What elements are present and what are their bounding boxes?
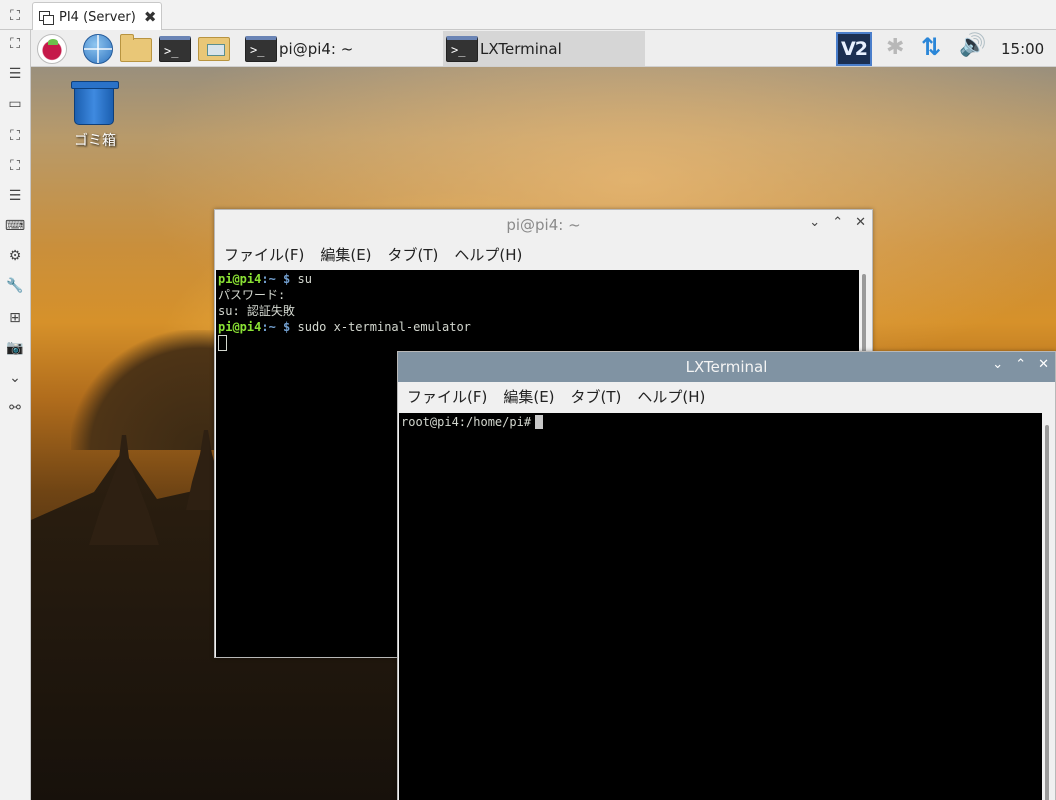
web-browser-icon[interactable] <box>83 34 113 64</box>
menu-bar: ファイル(F) 編集(E) タブ(T) ヘルプ(H) <box>398 382 1055 411</box>
terminal-line: pi@pi4:~ $ su <box>218 271 857 287</box>
terminal-icon: >_ <box>245 35 277 62</box>
network-icon[interactable]: ⇅ <box>921 33 941 61</box>
close-icon[interactable]: ✕ <box>1038 357 1049 372</box>
terminal-scrollbar[interactable] <box>1042 413 1055 800</box>
terminal-icon: >_ <box>446 35 478 62</box>
close-tab-icon[interactable]: ✖ <box>144 8 157 26</box>
taskbar-item-lxterminal[interactable]: >_ LXTerminal <box>443 31 645 66</box>
command-text: sudo x-terminal-emulator <box>290 320 471 334</box>
taskbar-item-pi-terminal[interactable]: >_ pi@pi4: ~ <box>242 31 442 66</box>
crop-icon[interactable]: ⛶ <box>5 126 25 146</box>
bluetooth-icon[interactable]: ✱ <box>886 35 904 60</box>
maximize-icon[interactable]: ⌃ <box>1015 357 1026 372</box>
menu-file[interactable]: ファイル(F) <box>407 386 487 407</box>
terminal-line: パスワード: <box>218 288 286 302</box>
prompt-path: :~ <box>261 320 276 334</box>
collapse-icon[interactable]: ⌄ <box>5 368 25 388</box>
list-icon[interactable]: ☰ <box>5 186 25 206</box>
menu-edit[interactable]: 編集(E) <box>320 244 371 265</box>
menu-help[interactable]: ヘルプ(H) <box>454 244 522 265</box>
scroll-thumb[interactable] <box>1045 425 1049 800</box>
fullscreen-icon[interactable]: ⛶ <box>5 34 25 54</box>
file-manager-icon[interactable] <box>120 34 152 62</box>
window-controls: ⌄ ⌃ ✕ <box>992 357 1049 372</box>
trash-desktop-item[interactable]: ゴミ箱 <box>66 80 126 155</box>
menu-bar: ファイル(F) 編集(E) タブ(T) ヘルプ(H) <box>215 240 872 269</box>
terminal-line: pi@pi4:~ $ sudo x-terminal-emulator <box>218 319 857 335</box>
vnc-tabbar: PI4 (Server) ✖ <box>0 0 1056 31</box>
terminal-line <box>218 335 857 352</box>
close-icon[interactable]: ✕ <box>855 215 866 230</box>
trash-label: ゴミ箱 <box>74 133 116 149</box>
prompt-user: pi@pi4 <box>218 272 262 286</box>
menu-file[interactable]: ファイル(F) <box>224 244 304 265</box>
window-titlebar[interactable]: pi@pi4: ~ ⌄ ⌃ ✕ <box>215 210 872 240</box>
window-title: LXTerminal <box>685 358 768 376</box>
clock[interactable]: 15:00 <box>1001 40 1044 58</box>
taskbar-item-label: LXTerminal <box>480 39 562 58</box>
screenshot-icon[interactable]: 📷 <box>5 338 25 358</box>
menu-tabs[interactable]: タブ(T) <box>388 244 439 265</box>
minimize-icon[interactable]: ⌄ <box>809 215 820 230</box>
disconnect-icon[interactable]: ⚯ <box>5 398 25 418</box>
window-icon[interactable]: ▭ <box>5 94 25 114</box>
maximize-icon[interactable]: ⌃ <box>832 215 843 230</box>
vnc-server-tray-icon[interactable]: V2 <box>836 32 872 66</box>
volume-icon[interactable]: 🔊 <box>959 33 986 58</box>
taskbar-item-label: pi@pi4: ~ <box>279 39 354 58</box>
terminal-cursor <box>218 335 227 351</box>
window-controls: ⌄ ⌃ ✕ <box>809 215 866 230</box>
vnc-session-tab[interactable]: PI4 (Server) ✖ <box>32 2 162 31</box>
sd-card-copier-icon[interactable] <box>198 37 230 61</box>
menu-icon[interactable]: ☰ <box>5 64 25 84</box>
terminal-cursor <box>535 415 544 429</box>
minimize-icon[interactable]: ⌄ <box>992 357 1003 372</box>
terminal-line: su: 認証失敗 <box>218 304 295 318</box>
menu-tabs[interactable]: タブ(T) <box>571 386 622 407</box>
menu-help[interactable]: ヘルプ(H) <box>637 386 705 407</box>
raspberry-menu-icon[interactable] <box>37 34 67 64</box>
vnc-viewer: PI4 (Server) ✖ ⛶ ⛶ ☰ ▭ ⛶ ⛶ ☰ ⌨ ⚙ 🔧 ⊞ 📷 ⌄… <box>0 0 1056 800</box>
command-text: su <box>290 272 312 286</box>
root-prompt: root@pi4:/home/pi# <box>401 415 532 429</box>
vnc-sidebar: ⛶ ⛶ ☰ ▭ ⛶ ⛶ ☰ ⌨ ⚙ 🔧 ⊞ 📷 ⌄ ⚯ <box>0 8 31 800</box>
prompt-path: :~ <box>261 272 276 286</box>
window-titlebar[interactable]: LXTerminal ⌄ ⌃ ✕ <box>398 352 1055 382</box>
trash-icon <box>71 81 119 125</box>
expand-icon[interactable]: ⛶ <box>5 156 25 176</box>
remote-desktop: >_ >_ pi@pi4: ~ >_ LXTerminal V2 ✱ ⇅ 🔊 1… <box>31 30 1056 800</box>
windows-icon <box>39 11 54 25</box>
terminal-line: root@pi4:/home/pi# <box>401 414 1040 430</box>
settings-icon[interactable]: ⚙ <box>5 246 25 266</box>
terminal-window-root[interactable]: LXTerminal ⌄ ⌃ ✕ ファイル(F) 編集(E) タブ(T) ヘルプ… <box>397 351 1056 800</box>
prompt-user: pi@pi4 <box>218 320 262 334</box>
tools-icon[interactable]: 🔧 <box>5 276 25 296</box>
menu-edit[interactable]: 編集(E) <box>503 386 554 407</box>
keyboard-icon[interactable]: ⌨ <box>5 216 25 236</box>
vnc-tab-title: PI4 (Server) <box>59 9 136 25</box>
window-title: pi@pi4: ~ <box>506 216 581 234</box>
terminal-launcher-icon[interactable]: >_ <box>159 36 191 62</box>
new-tab-icon[interactable]: ⊞ <box>5 308 25 328</box>
terminal-output[interactable]: root@pi4:/home/pi# <box>399 413 1042 800</box>
scale-icon[interactable]: ⛶ <box>5 6 25 26</box>
taskbar: >_ >_ pi@pi4: ~ >_ LXTerminal V2 ✱ ⇅ 🔊 1… <box>31 30 1056 67</box>
